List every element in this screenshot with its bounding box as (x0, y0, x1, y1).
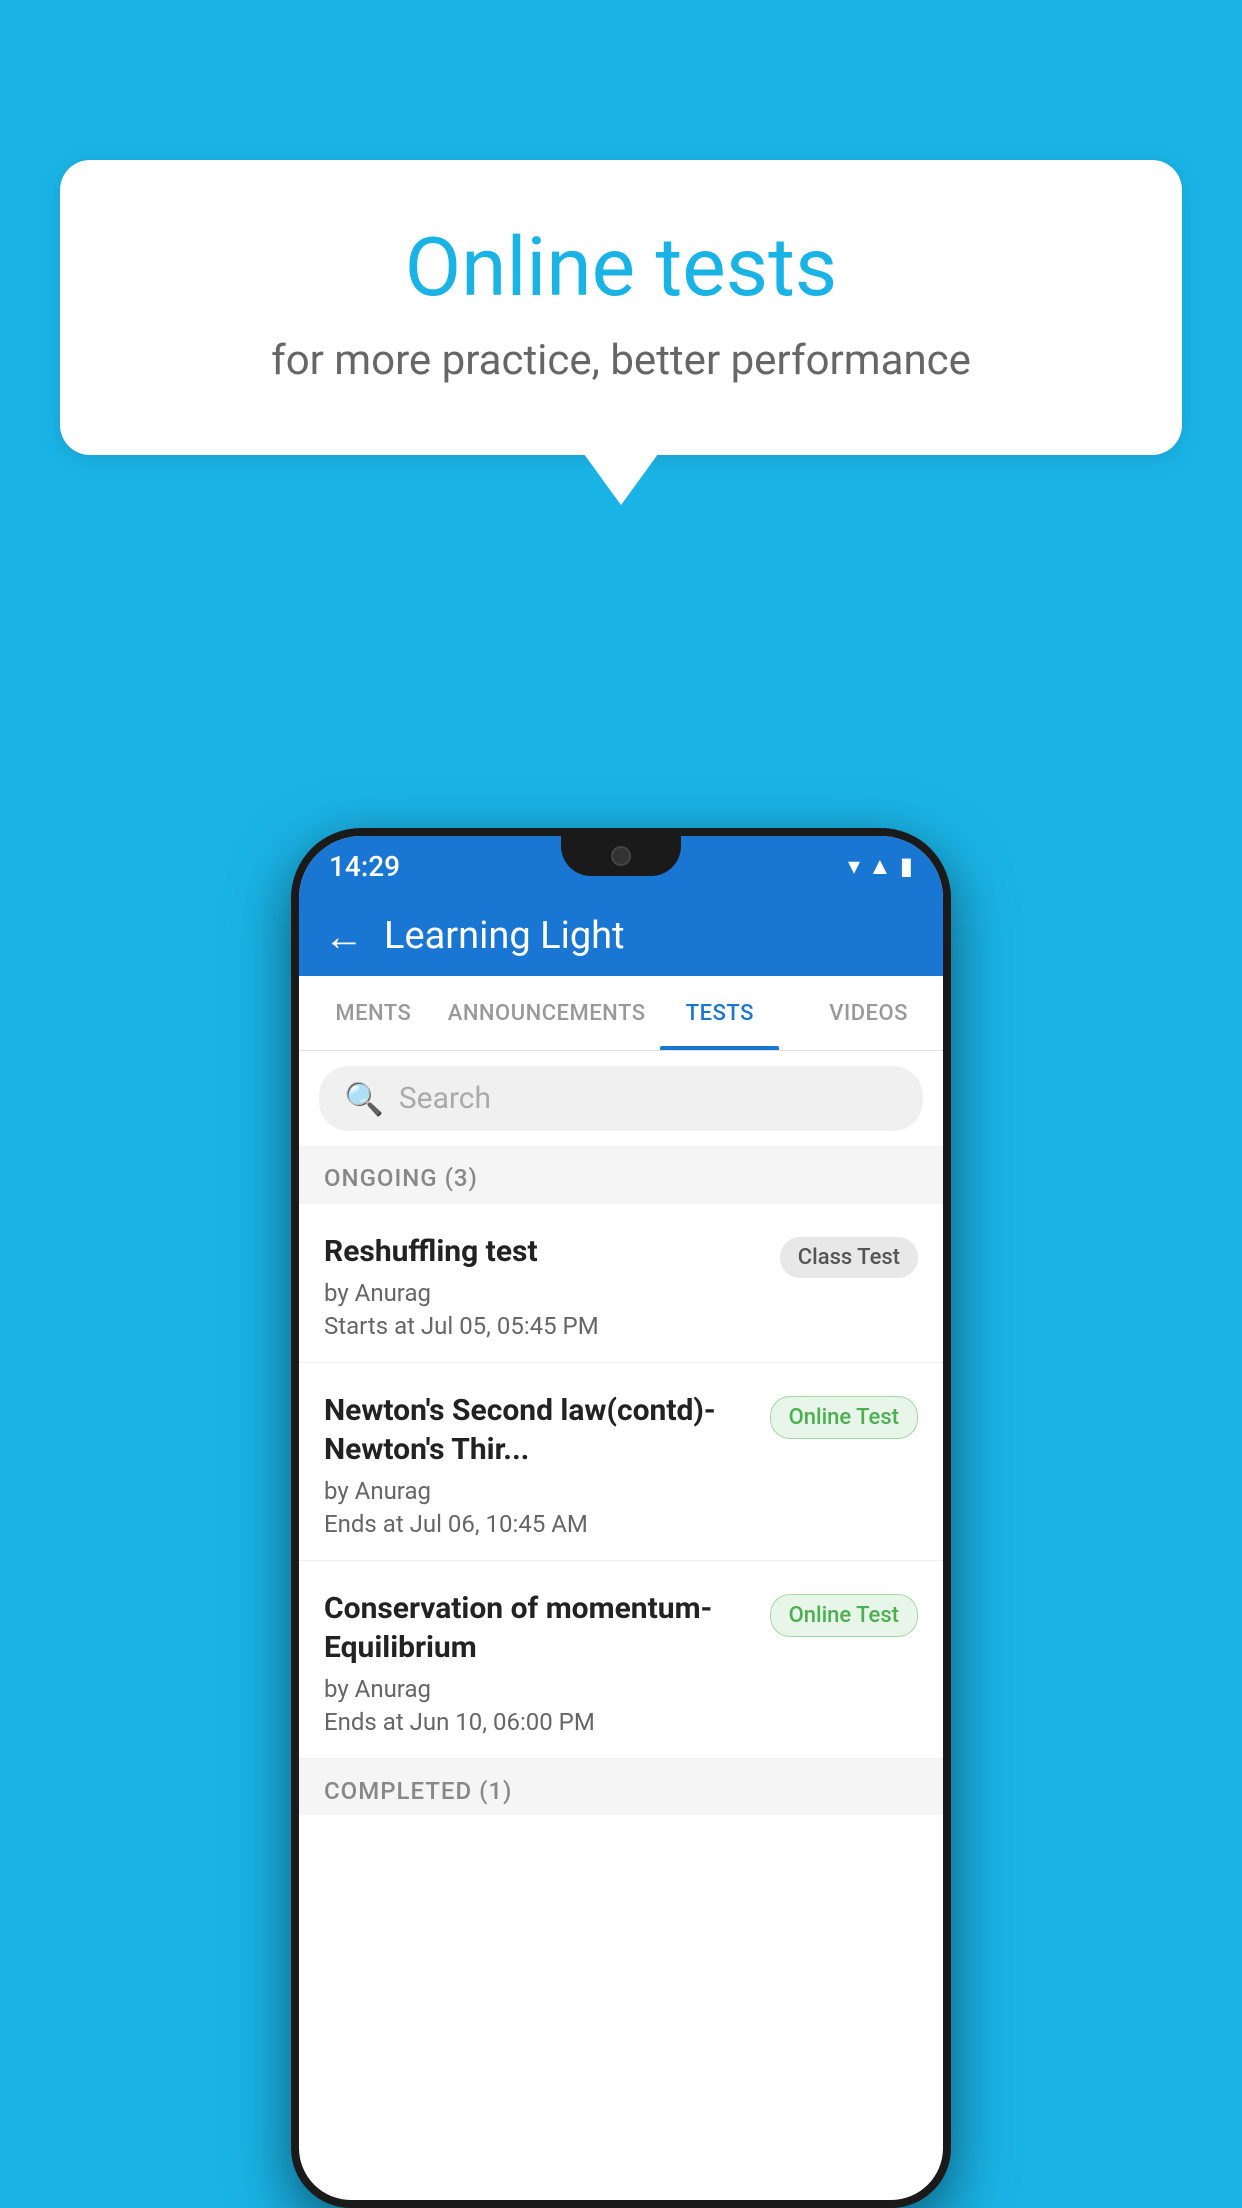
test-badge-3: Online Test (770, 1594, 918, 1637)
screen-content: 🔍 Search ONGOING (3) Reshuffling test by… (299, 1051, 943, 2200)
test-badge-2: Online Test (770, 1396, 918, 1439)
test-by-2: by Anurag (324, 1477, 755, 1505)
tab-ments[interactable]: MENTS (299, 976, 448, 1050)
bubble-title: Online tests (140, 220, 1102, 316)
test-date-2: Ends at Jul 06, 10:45 AM (324, 1510, 755, 1538)
completed-label: COMPLETED (1) (324, 1777, 512, 1805)
test-date-1: Starts at Jul 05, 05:45 PM (324, 1312, 765, 1340)
phone-notch (561, 836, 681, 876)
test-info-1: Reshuffling test by Anurag Starts at Jul… (324, 1232, 765, 1340)
test-name-3: Conservation of momentum-Equilibrium (324, 1589, 755, 1667)
app-title: Learning Light (384, 914, 625, 958)
speech-bubble-container: Online tests for more practice, better p… (60, 160, 1182, 455)
status-time: 14:29 (329, 850, 400, 883)
speech-bubble: Online tests for more practice, better p… (60, 160, 1182, 455)
battery-icon: ▮ (900, 852, 913, 880)
phone-screen-inner: 14:29 ▾ ▲ ▮ ← Learning Light MENTS ANNOU… (299, 836, 943, 2200)
test-item-conservation[interactable]: Conservation of momentum-Equilibrium by … (299, 1561, 943, 1759)
back-button[interactable]: ← (324, 913, 364, 960)
test-info-3: Conservation of momentum-Equilibrium by … (324, 1589, 755, 1736)
phone-mockup: 14:29 ▾ ▲ ▮ ← Learning Light MENTS ANNOU… (291, 828, 951, 2208)
test-item-reshuffling[interactable]: Reshuffling test by Anurag Starts at Jul… (299, 1204, 943, 1363)
test-name-1: Reshuffling test (324, 1232, 765, 1271)
completed-section-header: COMPLETED (1) (299, 1759, 943, 1815)
signal-icon: ▲ (868, 852, 892, 881)
front-camera (611, 846, 631, 866)
app-header: ← Learning Light (299, 896, 943, 976)
ongoing-label: ONGOING (3) (324, 1164, 478, 1192)
ongoing-section-header: ONGOING (3) (299, 1146, 943, 1204)
tab-announcements[interactable]: ANNOUNCEMENTS (448, 976, 646, 1050)
test-list: Reshuffling test by Anurag Starts at Jul… (299, 1204, 943, 1759)
test-name-2: Newton's Second law(contd)-Newton's Thir… (324, 1391, 755, 1469)
test-item-newton[interactable]: Newton's Second law(contd)-Newton's Thir… (299, 1363, 943, 1561)
test-by-1: by Anurag (324, 1279, 765, 1307)
test-date-3: Ends at Jun 10, 06:00 PM (324, 1708, 755, 1736)
tab-tests[interactable]: TESTS (646, 976, 795, 1050)
search-input[interactable]: Search (399, 1081, 491, 1116)
test-info-2: Newton's Second law(contd)-Newton's Thir… (324, 1391, 755, 1538)
tab-videos[interactable]: VIDEOS (794, 976, 943, 1050)
search-bar-container: 🔍 Search (299, 1051, 943, 1146)
bubble-subtitle: for more practice, better performance (140, 336, 1102, 385)
search-icon: 🔍 (344, 1080, 384, 1118)
search-bar[interactable]: 🔍 Search (319, 1066, 923, 1131)
tabs-bar: MENTS ANNOUNCEMENTS TESTS VIDEOS (299, 976, 943, 1051)
test-by-3: by Anurag (324, 1675, 755, 1703)
wifi-icon: ▾ (848, 852, 860, 880)
test-badge-1: Class Test (780, 1237, 918, 1278)
status-icons: ▾ ▲ ▮ (848, 852, 913, 881)
